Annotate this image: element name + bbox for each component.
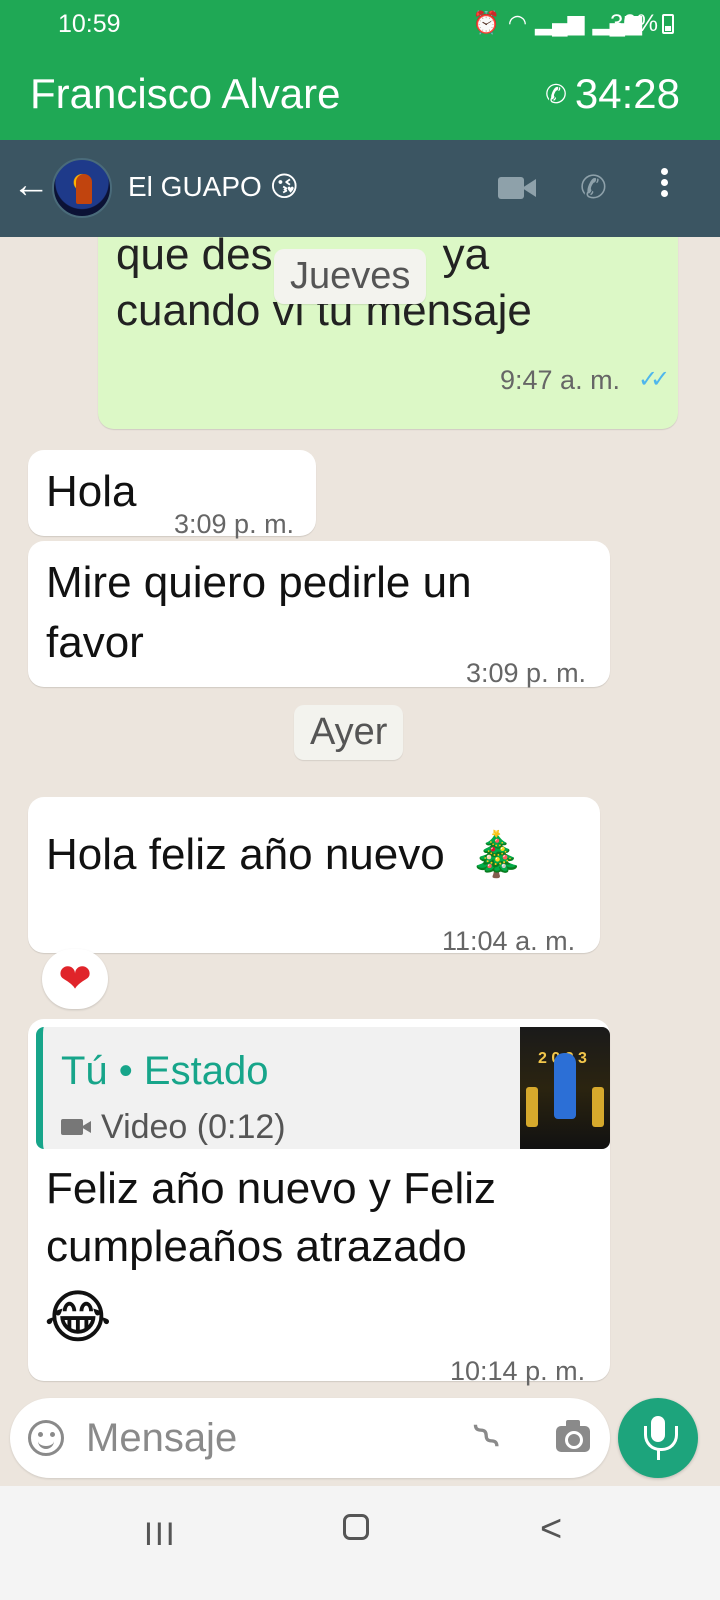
system-nav-bar: III < <box>0 1486 720 1600</box>
battery-icon <box>662 14 674 34</box>
message-composer: ⌇ <box>10 1398 610 1478</box>
home-icon[interactable] <box>343 1514 369 1540</box>
phone-icon: ✆ <box>545 78 567 109</box>
message-time: 11:04 a. m. <box>442 926 576 956</box>
signal-icon: ▂▄▆ <box>535 10 585 35</box>
quote-media-type: Video (0:12) <box>61 1099 286 1149</box>
tree-emoji: 🎄 <box>468 830 524 879</box>
message-text-line1: Mire quiero pedirle un <box>46 558 472 607</box>
camera-icon[interactable] <box>556 1420 590 1452</box>
laughing-emoji: 😂 <box>44 1285 112 1350</box>
quote-author: Tú • Estado <box>61 1049 269 1093</box>
message-time: 9:47 a. m. <box>500 365 621 395</box>
message-text-line1: Feliz año nuevo y Feliz <box>46 1164 496 1213</box>
caller-name: Francisco Alvare <box>30 70 341 117</box>
read-receipt-icon: ✓✓ <box>638 366 670 393</box>
chat-message-list[interactable]: que des ya cuando vi tu mensaje 9:47 a. m… <box>0 237 720 1407</box>
date-divider: Ayer <box>294 705 404 760</box>
attach-icon[interactable]: ⌇ <box>465 1414 511 1460</box>
wifi-icon: ◠ <box>507 10 528 35</box>
heart-reaction-icon[interactable]: ❤ <box>42 949 108 1009</box>
call-timer: ✆ 34:28 <box>545 70 680 118</box>
battery-level: 30% <box>609 10 658 37</box>
status-thumbnail: 2 0 2 3 <box>520 1027 610 1149</box>
message-bubble-incoming[interactable]: Mire quiero pedirle un favor 3:09 p. m. <box>28 541 610 688</box>
message-text: Hola feliz año nuevo 🎄 <box>46 830 524 879</box>
voice-call-icon[interactable]: ✆ <box>580 168 607 206</box>
message-bubble-incoming[interactable]: Hola 3:09 p. m. <box>28 450 316 539</box>
call-duration: 34:28 <box>574 70 680 117</box>
back-arrow-icon[interactable]: ← <box>12 166 50 204</box>
message-time: 10:14 p. m. <box>450 1356 586 1386</box>
message-text: Hola <box>46 467 137 516</box>
date-divider: Jueves <box>274 249 427 304</box>
quoted-status[interactable]: Tú • Estado Video (0:12) 2 0 2 3 <box>36 1027 610 1149</box>
kiss-emoji: 😘 <box>269 171 299 202</box>
chat-header: ← El GUAPO 😘 ✆ <box>0 140 720 237</box>
recent-apps-icon[interactable]: III <box>144 1516 177 1553</box>
message-time: 3:09 p. m. <box>466 658 587 688</box>
message-text-line2: cumpleaños atrazado <box>46 1222 467 1271</box>
status-time: 10:59 <box>58 10 121 38</box>
more-options-icon[interactable] <box>658 164 670 201</box>
contact-name[interactable]: El GUAPO 😘 <box>128 170 299 203</box>
emoji-icon[interactable] <box>28 1420 64 1456</box>
mic-button[interactable] <box>618 1398 698 1478</box>
contact-avatar[interactable] <box>52 158 112 218</box>
active-call-banner[interactable]: 10:59 ⏰ ◠ ▂▄▆ ▂▄▆ 30% Francisco Alvare ✆… <box>0 0 720 140</box>
message-input[interactable] <box>86 1410 466 1466</box>
back-nav-icon[interactable]: < <box>540 1508 562 1551</box>
mic-icon <box>644 1416 678 1460</box>
message-text-line2: favor <box>46 618 144 667</box>
message-bubble-reply[interactable]: Tú • Estado Video (0:12) 2 0 2 3 Feliz a… <box>28 1019 610 1386</box>
contact-name-text: El GUAPO <box>128 171 262 202</box>
video-call-icon[interactable] <box>498 175 536 201</box>
video-icon <box>61 1119 91 1135</box>
message-bubble-incoming[interactable]: Hola feliz año nuevo 🎄 11:04 a. m. <box>28 797 600 956</box>
alarm-icon: ⏰ <box>472 10 500 35</box>
